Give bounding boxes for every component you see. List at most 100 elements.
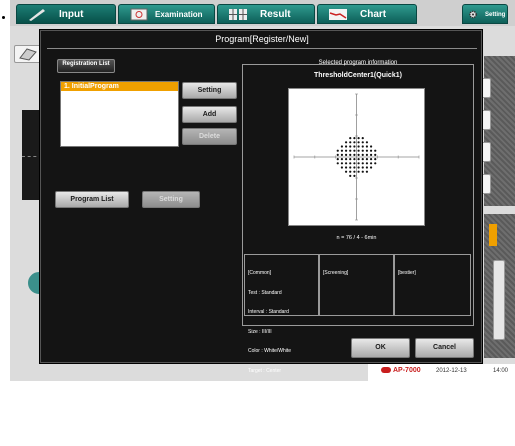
- test-point: [357, 141, 360, 144]
- test-point: [361, 158, 364, 161]
- background-orange-marker: [489, 224, 497, 246]
- tab-input[interactable]: Input: [16, 4, 116, 24]
- setting-disabled-label: Setting: [159, 196, 183, 203]
- common-title: [Common]: [248, 270, 272, 276]
- list-item[interactable]: 1. InitialProgram: [61, 82, 178, 91]
- test-point: [353, 170, 356, 173]
- tab-examination[interactable]: Examination: [118, 4, 215, 24]
- dialog-title: Program[Register/New]: [215, 34, 309, 44]
- test-point: [344, 149, 348, 152]
- test-point: [340, 158, 344, 161]
- common-line: diameter : ON: [248, 426, 280, 432]
- test-point: [340, 145, 344, 148]
- tab-result-label: Result: [260, 9, 291, 20]
- test-point: [369, 166, 373, 169]
- common-line: Interval : Standard: [248, 309, 289, 315]
- setting-label: Setting: [485, 12, 506, 18]
- test-point: [353, 158, 356, 161]
- brand-name: AP-7000: [393, 367, 421, 374]
- test-point: [336, 153, 339, 156]
- test-point: [369, 162, 373, 165]
- background-right-button-1: [481, 78, 491, 98]
- test-point: [349, 174, 352, 177]
- visual-field-plot: [293, 93, 420, 221]
- test-point: [353, 145, 356, 148]
- test-point: [369, 149, 373, 152]
- test-point: [374, 149, 377, 152]
- status-date: 2012-12-13: [436, 368, 467, 374]
- ok-button[interactable]: OK: [351, 338, 410, 358]
- visual-field-chart: [288, 88, 425, 226]
- program-register-dialog: Program[Register/New] Registration List …: [40, 30, 482, 432]
- test-point: [374, 158, 377, 161]
- selected-program-header: Selected program information: [318, 60, 398, 66]
- registration-list-header: Registration List: [57, 59, 115, 73]
- test-point: [344, 162, 348, 165]
- program-name: ThresholdCenter1(Quick1): [314, 72, 402, 79]
- tab-chart[interactable]: Chart: [317, 4, 417, 24]
- brand-logo-icon: [381, 367, 391, 374]
- test-point: [344, 158, 348, 161]
- test-point: [361, 162, 364, 165]
- test-point: [349, 145, 352, 148]
- test-point: [357, 162, 360, 165]
- test-point: [340, 166, 344, 169]
- add-label: Add: [202, 111, 217, 118]
- bestier-info-box: [bestier]: [394, 254, 471, 316]
- common-line: Test : Standard: [248, 289, 282, 296]
- test-point: [365, 158, 369, 161]
- common-info-box: [Common] Test : Standard Interval : Stan…: [244, 254, 319, 432]
- examination-icon: [130, 8, 148, 21]
- ok-label: OK: [375, 344, 386, 351]
- background-right-button-4: [481, 174, 491, 194]
- setting-button[interactable]: Setting: [462, 4, 508, 24]
- test-point: [361, 149, 364, 152]
- common-line: Target : Center: [248, 367, 282, 374]
- test-point: [349, 158, 352, 161]
- test-point: [357, 145, 360, 148]
- title-divider: [47, 48, 477, 49]
- pen-icon: [29, 9, 45, 21]
- test-point: [344, 145, 348, 148]
- test-point: [357, 149, 360, 152]
- test-point: [361, 166, 364, 169]
- background-book-button: [14, 45, 42, 63]
- common-line: Color : White/White: [248, 348, 292, 354]
- registration-list[interactable]: 1. InitialProgram: [60, 81, 179, 147]
- common-line: Size : III/III: [248, 328, 272, 335]
- test-point: [361, 153, 364, 156]
- background-right-scroll: [493, 260, 505, 340]
- delete-label: Delete: [198, 133, 220, 140]
- result-grid-icon: [229, 9, 247, 20]
- test-point: [369, 158, 373, 161]
- background-black-panel: [22, 110, 42, 200]
- tab-input-label: Input: [59, 9, 84, 20]
- test-point: [344, 141, 348, 144]
- test-point: [353, 137, 356, 140]
- screening-info-box: [Screening]: [319, 254, 394, 316]
- test-point: [353, 149, 356, 152]
- test-point: [336, 149, 339, 152]
- program-list-button[interactable]: Program List: [55, 191, 129, 208]
- program-list-label: Program List: [70, 196, 114, 203]
- test-point: [349, 153, 352, 156]
- add-button[interactable]: Add: [182, 106, 237, 123]
- test-point: [353, 162, 356, 165]
- test-point: [340, 153, 344, 156]
- test-point: [353, 153, 356, 156]
- setting-disabled-button[interactable]: Setting: [142, 191, 200, 208]
- tab-result[interactable]: Result: [217, 4, 315, 24]
- test-point: [374, 162, 377, 165]
- cancel-button[interactable]: Cancel: [415, 338, 474, 358]
- test-point: [340, 162, 344, 165]
- test-point: [357, 153, 360, 156]
- test-point: [336, 158, 339, 161]
- test-point: [369, 153, 373, 156]
- test-point: [357, 158, 360, 161]
- test-point: [357, 166, 360, 169]
- background-right-button-3: [481, 142, 491, 162]
- setting-program-button[interactable]: Setting: [182, 82, 237, 99]
- test-point: [361, 170, 364, 173]
- delete-button[interactable]: Delete: [182, 128, 237, 145]
- test-point: [361, 141, 364, 144]
